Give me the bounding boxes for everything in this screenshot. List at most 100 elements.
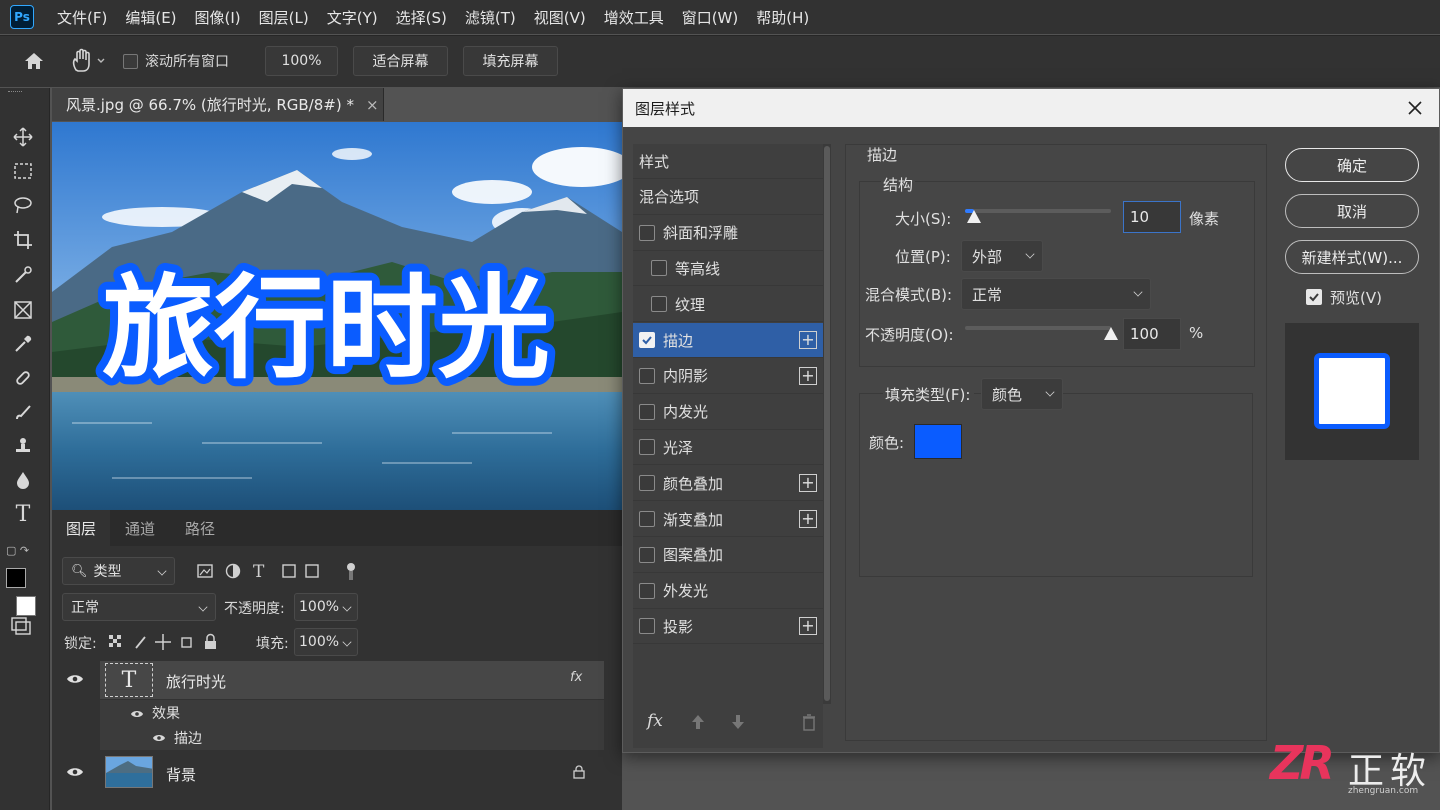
style-checkbox[interactable] [639, 475, 655, 492]
style-checkbox[interactable] [639, 511, 655, 527]
home-icon[interactable] [22, 50, 46, 72]
style-item[interactable]: 混合选项 [633, 180, 823, 215]
brush-tool-icon[interactable] [10, 399, 36, 425]
blur-tool-icon[interactable] [10, 467, 36, 493]
style-checkbox[interactable] [639, 367, 655, 384]
move-down-icon[interactable] [731, 714, 745, 730]
size-slider-thumb[interactable] [966, 210, 981, 223]
zoom-100-button[interactable]: 100% [265, 46, 338, 76]
style-checkbox[interactable] [639, 332, 655, 348]
style-item[interactable]: 等高线 [633, 251, 823, 287]
eye-icon[interactable] [130, 707, 144, 717]
fx-button[interactable]: fx [647, 711, 663, 731]
foreground-color-swatch[interactable] [6, 568, 26, 588]
fit-screen-button[interactable]: 适合屏幕 [353, 46, 448, 76]
stroke-color-swatch[interactable] [914, 424, 962, 459]
layer-effects-icon[interactable]: fx [570, 670, 582, 685]
add-effect-icon[interactable]: + [799, 617, 817, 636]
style-item[interactable]: 图案叠加 [633, 538, 823, 573]
style-item[interactable]: 颜色叠加 + [633, 466, 823, 502]
default-colors-icon[interactable]: ▢ ↷ [6, 544, 29, 557]
menu-item[interactable]: 帮助(H) [747, 7, 818, 28]
size-input[interactable]: 10 [1123, 201, 1181, 233]
add-effect-icon[interactable]: + [799, 474, 817, 493]
style-checkbox[interactable] [639, 618, 655, 635]
style-item[interactable]: 斜面和浮雕 [633, 216, 823, 251]
document-canvas[interactable]: 旅行时光 旅行时光 [52, 122, 622, 510]
marquee-tool-icon[interactable] [10, 158, 36, 184]
opacity-slider-thumb[interactable] [1104, 327, 1118, 340]
add-effect-icon[interactable]: + [799, 366, 817, 385]
frame-tool-icon[interactable] [10, 297, 36, 323]
eye-icon[interactable] [66, 673, 84, 685]
opacity-field[interactable]: 100% [294, 593, 358, 621]
panel-grip[interactable] [8, 91, 22, 93]
menu-item[interactable]: 文字(Y) [318, 7, 387, 28]
opacity-slider-track[interactable] [965, 326, 1111, 330]
stroke-blend-select[interactable]: 正常 [961, 278, 1151, 310]
background-color-swatch[interactable] [16, 596, 36, 616]
menu-item[interactable]: 选择(S) [387, 7, 456, 28]
scroll-all-checkbox[interactable] [123, 54, 138, 69]
quick-select-tool-icon[interactable] [10, 262, 36, 288]
style-item[interactable]: 外发光 [633, 574, 823, 609]
style-item[interactable]: 光泽 [633, 430, 823, 466]
menu-item[interactable]: 编辑(E) [116, 7, 185, 28]
tab-paths[interactable]: 路径 [172, 510, 228, 546]
style-item[interactable]: 内阴影 + [633, 359, 823, 394]
stroke-opacity-input[interactable]: 100 [1123, 318, 1181, 350]
scrollbar-thumb[interactable] [824, 146, 830, 701]
move-up-icon[interactable] [691, 714, 705, 730]
close-tab-icon[interactable]: × [366, 96, 379, 114]
style-checkbox[interactable] [651, 296, 667, 313]
document-tab[interactable]: 风景.jpg @ 66.7% (旅行时光, RGB/8#) * × [52, 88, 384, 121]
menu-item[interactable]: 图层(L) [250, 7, 318, 28]
fill-field[interactable]: 100% [294, 628, 358, 656]
crop-tool-icon[interactable] [10, 227, 36, 253]
eye-icon[interactable] [66, 766, 84, 778]
hand-tool-icon[interactable] [70, 48, 110, 74]
style-item[interactable]: 描边 + [633, 323, 823, 358]
clone-stamp-tool-icon[interactable] [10, 433, 36, 459]
position-select[interactable]: 外部 [961, 240, 1043, 272]
photoshop-logo[interactable]: Ps [10, 5, 34, 29]
style-item[interactable]: 渐变叠加 + [633, 502, 823, 537]
move-tool-icon[interactable] [10, 124, 36, 150]
cancel-button[interactable]: 取消 [1285, 194, 1419, 228]
menu-item[interactable]: 滤镜(T) [456, 7, 525, 28]
menu-item[interactable]: 图像(I) [186, 7, 250, 28]
style-item[interactable]: 投影 + [633, 609, 823, 645]
add-effect-icon[interactable]: + [799, 331, 817, 349]
preview-checkbox[interactable] [1306, 289, 1322, 305]
style-item[interactable]: 样式 [633, 144, 823, 179]
menu-item[interactable]: 文件(F) [48, 7, 116, 28]
eyedropper-tool-icon[interactable] [10, 331, 36, 357]
fill-screen-button[interactable]: 填充屏幕 [463, 46, 558, 76]
tab-channels[interactable]: 通道 [112, 510, 168, 546]
type-tool-icon[interactable]: T [10, 501, 36, 527]
menu-item[interactable]: 增效工具 [595, 7, 673, 28]
size-slider-track[interactable] [965, 209, 1111, 213]
ok-button[interactable]: 确定 [1285, 148, 1419, 182]
fill-type-select[interactable]: 颜色 [981, 378, 1063, 410]
delete-icon[interactable] [802, 713, 816, 731]
quick-mask-icon[interactable] [10, 616, 34, 636]
healing-brush-tool-icon[interactable] [10, 365, 36, 391]
style-checkbox[interactable] [639, 403, 655, 420]
close-icon[interactable] [1406, 99, 1424, 117]
new-style-button[interactable]: 新建样式(W)... [1285, 240, 1419, 274]
style-checkbox[interactable] [639, 439, 655, 456]
menu-item[interactable]: 窗口(W) [673, 7, 748, 28]
eye-icon[interactable] [152, 731, 166, 741]
style-checkbox[interactable] [639, 546, 655, 563]
tab-layers[interactable]: 图层 [52, 510, 110, 546]
blend-mode-select[interactable]: 正常 [62, 593, 216, 621]
menu-item[interactable]: 视图(V) [525, 7, 595, 28]
style-checkbox[interactable] [639, 224, 655, 241]
style-checkbox[interactable] [651, 260, 667, 277]
add-effect-icon[interactable]: + [799, 510, 817, 528]
layer-filter-select[interactable]: 🔍︎ 类型 [62, 557, 175, 585]
style-item[interactable]: 内发光 [633, 395, 823, 430]
lasso-tool-icon[interactable] [10, 192, 36, 218]
style-item[interactable]: 纹理 [633, 287, 823, 323]
